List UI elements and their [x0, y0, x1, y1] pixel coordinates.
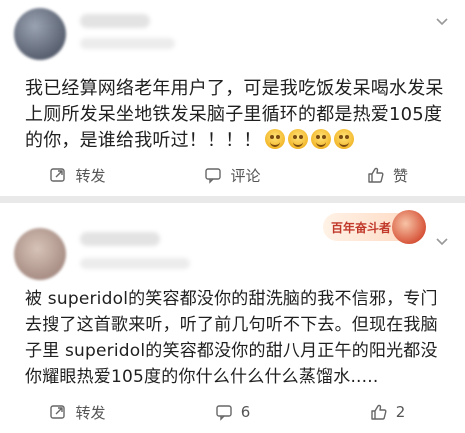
timestamp-blurred	[80, 258, 190, 269]
comment-button[interactable]: 评论	[155, 165, 310, 186]
repost-button[interactable]: 转发	[0, 165, 155, 186]
username-blurred[interactable]	[80, 14, 150, 28]
comment-count: 6	[240, 403, 251, 421]
post-text: 被 superidol的笑容都没你的甜洗脑的我不信邪，专门去搜了这首歌来听，听了…	[25, 289, 438, 387]
badge-text: 百年奋斗者	[331, 220, 392, 235]
centennial-badge: 百年奋斗者	[323, 210, 426, 244]
repost-label: 转发	[75, 166, 106, 185]
chevron-down-icon[interactable]	[433, 12, 451, 30]
repost-icon	[50, 168, 66, 182]
comment-label: 评论	[230, 166, 261, 185]
repost-button[interactable]: 转发	[0, 402, 155, 423]
timestamp-blurred	[80, 38, 175, 49]
like-label: 赞	[392, 166, 408, 185]
post-card: 我已经算网络老年用户了，可是我吃饭发呆喝水发呆上厕所发呆坐地铁发呆脑子里循环的都…	[0, 0, 465, 196]
chevron-down-icon[interactable]	[433, 232, 451, 250]
like-button[interactable]: 赞	[310, 165, 465, 186]
action-bar: 转发 评论 赞	[0, 160, 465, 190]
username-blurred[interactable]	[80, 232, 160, 246]
comment-icon	[216, 405, 232, 421]
action-bar: 转发 6 2	[0, 397, 465, 427]
avatar[interactable]	[14, 8, 66, 60]
thumbs-up-icon	[368, 167, 384, 183]
thumbs-up-icon	[371, 404, 387, 420]
repost-icon	[50, 405, 66, 419]
like-button[interactable]: 2	[310, 403, 465, 421]
grin-emoji-icon	[287, 129, 308, 149]
post-content: 被 superidol的笑容都没你的甜洗脑的我不信邪，专门去搜了这首歌来听，听了…	[25, 286, 445, 390]
post-content: 我已经算网络老年用户了，可是我吃饭发呆喝水发呆上厕所发呆坐地铁发呆脑子里循环的都…	[25, 76, 445, 154]
like-count: 2	[395, 403, 406, 421]
grin-emoji-icon	[310, 129, 331, 149]
comment-button[interactable]: 6	[155, 403, 310, 421]
repost-label: 转发	[75, 403, 106, 422]
comment-icon	[205, 168, 222, 184]
badge-emblem-icon	[392, 210, 426, 244]
grin-emoji-icon	[333, 129, 354, 149]
grin-emoji-icon	[264, 129, 285, 149]
post-text: 我已经算网络老年用户了，可是我吃饭发呆喝水发呆上厕所发呆坐地铁发呆脑子里循环的都…	[25, 78, 444, 151]
avatar[interactable]	[14, 228, 66, 280]
